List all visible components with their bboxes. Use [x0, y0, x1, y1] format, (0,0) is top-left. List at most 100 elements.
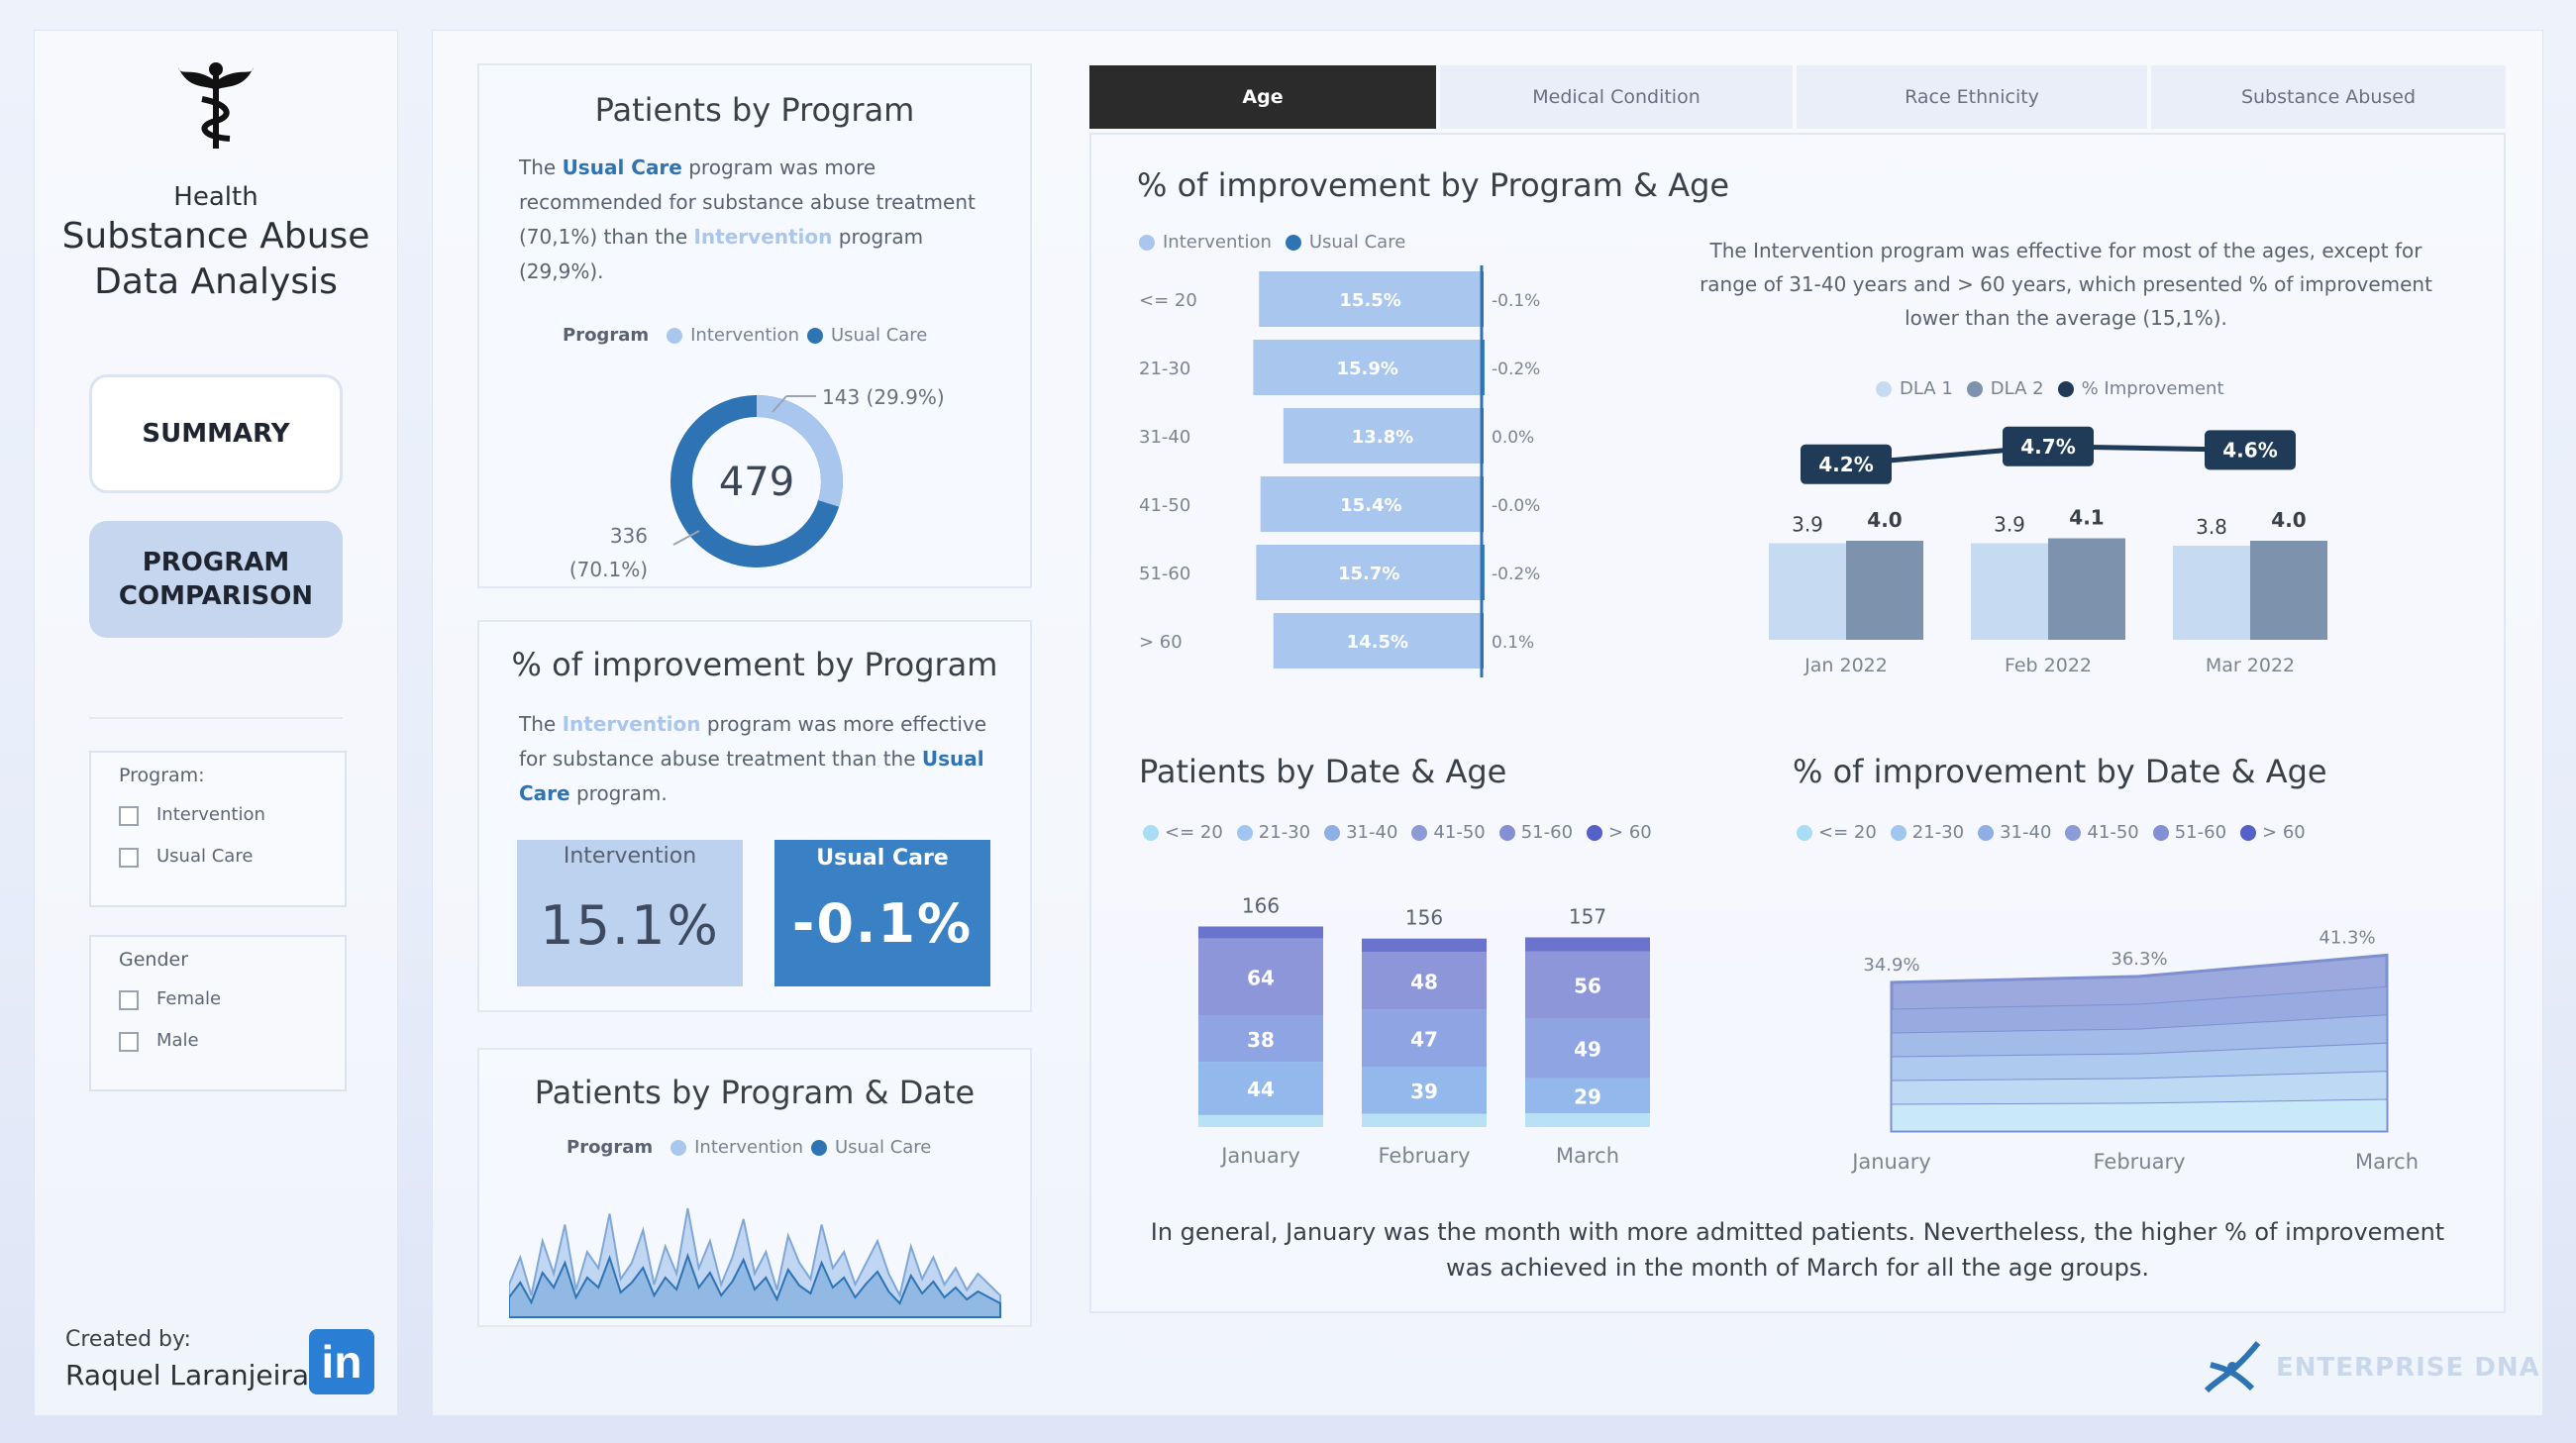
legend-label: 31-40	[1346, 822, 1398, 843]
brand-title-line2: Data Analysis	[94, 261, 338, 302]
area-month-label: February	[2093, 1150, 2185, 1174]
program-filter: Program: Intervention Usual Care	[89, 751, 347, 907]
dla-month-label: Mar 2022	[2206, 655, 2295, 676]
dla2-bar-label: 4.1	[2069, 506, 2104, 530]
kpi-intervention-value: 15.1%	[540, 894, 720, 957]
legend-label: <= 20	[1165, 822, 1223, 843]
patients-by-date-age-title: Patients by Date & Age	[1139, 753, 1507, 790]
improvement-by-date-age-chart: 34.9% 36.3% 41.3% January February March	[1850, 927, 2419, 1174]
footer-note-line1: In general, January was the month with m…	[1150, 1218, 2445, 1246]
tab-medical-condition[interactable]: Medical Condition	[1440, 65, 1793, 129]
stacked-segment-label: 38	[1247, 1028, 1275, 1052]
intervention-age-bar-label: 15.9%	[1336, 359, 1397, 379]
area-month-label: January	[1850, 1150, 1931, 1174]
area-month-label: March	[2355, 1150, 2419, 1174]
legend-swatch	[1324, 824, 1341, 841]
footer-note-line2: was achieved in the month of March for a…	[1446, 1254, 2149, 1282]
dla-month-label: Feb 2022	[2005, 655, 2092, 676]
stacked-age-segment	[1362, 1113, 1487, 1127]
kpi-usual-care-value: -0.1%	[791, 892, 974, 955]
patients-by-date-age-chart: 44 38 64 166 January 39 47 48 156 February 29 49 56 1…	[1198, 893, 1650, 1168]
legend-swatch	[1411, 824, 1428, 841]
stacked-age-segment	[1525, 1112, 1650, 1127]
tab-age[interactable]: Age	[1089, 65, 1436, 129]
patients-by-program-description: The Usual Care program was more recommen…	[519, 155, 976, 283]
stacked-segment-label: 56	[1574, 975, 1601, 998]
summary-button[interactable]: SUMMARY	[89, 374, 343, 493]
legend-label: 31-40	[2000, 822, 2052, 843]
donut-total: 479	[719, 460, 794, 505]
stacked-total-label: 157	[1569, 904, 1606, 928]
dla1-bar-label: 3.8	[2196, 515, 2227, 539]
tab-race-ethnicity[interactable]: Race Ethnicity	[1797, 65, 2147, 129]
patients-by-program-date-legend: Program Intervention Usual Care	[567, 1137, 932, 1158]
stacked-segment-label: 29	[1574, 1084, 1601, 1108]
improvement-by-program-age-legend: Intervention Usual Care	[1139, 232, 1405, 253]
legend-swatch	[1978, 824, 1995, 841]
legend-label: 21-30	[1911, 822, 1965, 843]
usual-care-checkbox[interactable]	[119, 848, 139, 868]
legend-swatch	[2240, 824, 2257, 841]
linkedin-glyph: in	[321, 1336, 362, 1388]
linkedin-icon[interactable]: in	[309, 1329, 374, 1394]
summary-button-label: SUMMARY	[142, 419, 290, 449]
dla1-bar-label: 3.9	[1792, 513, 1823, 537]
patients-by-date-age-legend: <= 20 21-30 31-40 41-50 51-60 > 60	[1143, 822, 1660, 843]
improvement-by-program-title: % of improvement by Program	[511, 646, 998, 683]
dla2-bar	[1846, 541, 1923, 640]
stacked-segment-label: 49	[1574, 1038, 1601, 1062]
gender-filter-title: Gender	[119, 949, 189, 971]
patients-by-program-card: Patients by Program The Usual Care progr…	[477, 63, 1032, 588]
area-top-label: 36.3%	[2111, 949, 2167, 970]
dla2-bar	[2048, 538, 2125, 640]
improvement-by-date-age-title: % of improvement by Date & Age	[1793, 753, 2327, 790]
dla1-bar	[1769, 543, 1846, 640]
patients-by-program-donut: 479 143 (29.9%) 336 (70.1%)	[569, 385, 945, 581]
stacked-total-label: 156	[1405, 906, 1443, 930]
program-filter-title: Program:	[119, 765, 205, 786]
female-checkbox-label: Female	[156, 988, 222, 1009]
intervention-checkbox-label: Intervention	[156, 804, 265, 825]
legend-label: <= 20	[1818, 822, 1877, 843]
dla1-bar-label: 3.9	[1994, 513, 2025, 537]
stacked-month-label: January	[1219, 1144, 1300, 1168]
sidebar-divider	[89, 717, 343, 719]
intervention-age-bar-label: 15.5%	[1339, 290, 1400, 311]
program-comparison-label-line1: PROGRAM	[142, 548, 290, 577]
legend-label: 21-30	[1258, 822, 1311, 843]
area-top-label: 34.9%	[1863, 955, 1919, 976]
author-name: Raquel Laranjeira	[65, 1359, 310, 1391]
tab-substance-abused[interactable]: Substance Abused	[2151, 65, 2506, 129]
donut-label-intervention: 143 (29.9%)	[822, 385, 945, 409]
created-by-label: Created by:	[65, 1327, 191, 1352]
program-comparison-button[interactable]: PROGRAM COMPARISON	[89, 521, 343, 638]
caduceus-logo	[178, 62, 254, 149]
usual-care-age-bar-label: -0.0%	[1492, 496, 1540, 516]
kpi-intervention-label: Intervention	[563, 844, 697, 869]
brand-top: Health	[173, 182, 258, 212]
age-category-label: 51-60	[1139, 564, 1190, 584]
patients-by-program-date-card: Patients by Program & Date Program Inter…	[477, 1048, 1032, 1327]
improvement-by-program-age-chart: <= 20 15.5% -0.1% 21-30 15.9% -0.2% 31-40 13.8%…	[1139, 265, 1540, 677]
legend-swatch	[2065, 824, 2082, 841]
dla1-bar	[1971, 543, 2048, 640]
improvement-by-program-card: % of improvement by Program The Interven…	[477, 620, 1032, 1012]
male-checkbox[interactable]	[119, 1032, 139, 1052]
intervention-checkbox[interactable]	[119, 806, 139, 826]
legend-swatch	[1587, 824, 1603, 841]
age-category-label: <= 20	[1139, 290, 1197, 311]
patients-by-program-date-title: Patients by Program & Date	[534, 1074, 976, 1111]
enterprise-dna-brand: ENTERPRISE DNA	[2276, 1353, 2540, 1383]
patients-by-program-date-sparkline	[509, 1207, 1001, 1318]
usual-care-checkbox-label: Usual Care	[156, 846, 254, 867]
intervention-age-bar-label: 13.8%	[1352, 427, 1413, 448]
age-category-label: 41-50	[1139, 495, 1190, 516]
stacked-month-label: March	[1556, 1144, 1619, 1168]
legend-swatch	[1797, 824, 1812, 841]
female-checkbox[interactable]	[119, 990, 139, 1010]
kpi-usual-care-tile: Usual Care -0.1%	[774, 840, 990, 986]
improvement-by-program-age-title: % of improvement by Program & Age	[1137, 166, 1730, 204]
intervention-age-bar-label: 15.4%	[1340, 495, 1401, 516]
patients-by-program-legend: Program Intervention Usual Care	[563, 325, 928, 346]
age-category-label: > 60	[1139, 632, 1183, 653]
